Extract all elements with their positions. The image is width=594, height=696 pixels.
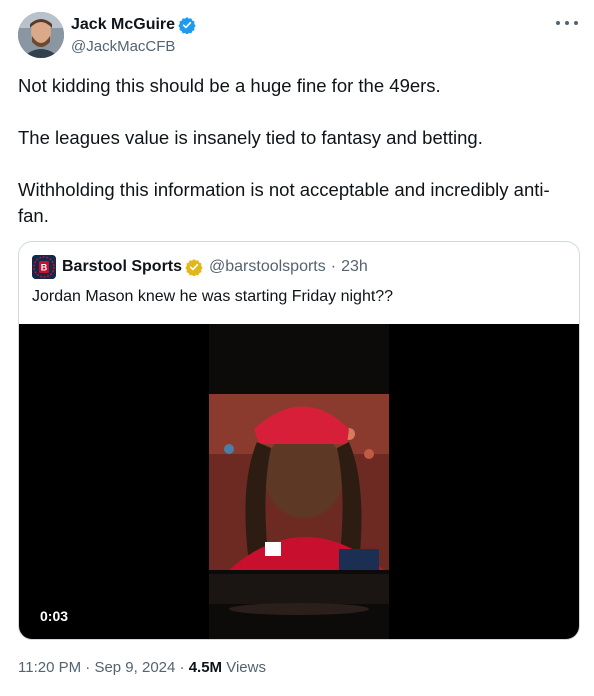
views-count[interactable]: 4.5M (189, 659, 222, 676)
quoted-header: B Barstool Sports @barstoolsports · 23h (32, 255, 368, 279)
video-player[interactable]: 0:03 (19, 324, 579, 639)
quoted-tweet[interactable]: B Barstool Sports @barstoolsports · 23h … (18, 241, 580, 640)
quoted-handle[interactable]: @barstoolsports (209, 258, 326, 276)
author-info: Jack McGuire @JackMacCFB (71, 15, 196, 55)
author-avatar[interactable] (18, 12, 64, 58)
quoted-timestamp[interactable]: 23h (341, 258, 368, 276)
tweet-paragraph: Withholding this information is not acce… (18, 179, 550, 226)
meta-dot: · (85, 659, 91, 676)
quoted-text: Jordan Mason knew he was starting Friday… (32, 288, 394, 305)
quoted-name[interactable]: Barstool Sports (62, 258, 182, 276)
quoted-avatar[interactable]: B (32, 255, 56, 279)
author-name[interactable]: Jack McGuire (71, 16, 175, 34)
svg-text:B: B (41, 263, 48, 273)
meta-dot: · (179, 659, 185, 676)
separator-dot: · (330, 258, 337, 275)
author-handle[interactable]: @JackMacCFB (71, 38, 196, 55)
video-duration: 0:03 (33, 605, 76, 627)
video-frame (209, 324, 389, 639)
tweet-text: Not kidding this should be a huge fine f… (18, 73, 578, 255)
tweet-paragraph: Not kidding this should be a huge fine f… (18, 75, 441, 96)
tweet-paragraph: The leagues value is insanely tied to fa… (18, 127, 483, 148)
tweet-meta: 11:20 PM · Sep 9, 2024 · 4.5M Views (18, 659, 266, 676)
gold-verified-badge-icon (185, 258, 203, 277)
tweet-header: Jack McGuire @JackMacCFB (18, 12, 580, 60)
views-label: Views (226, 659, 266, 676)
tweet-time[interactable]: 11:20 PM (18, 659, 81, 676)
verified-badge-icon (178, 16, 196, 35)
tweet-date[interactable]: Sep 9, 2024 (94, 659, 175, 676)
tweet: Jack McGuire @JackMacCFB Not kidding thi… (0, 0, 594, 696)
more-horizontal-icon[interactable] (556, 16, 578, 30)
